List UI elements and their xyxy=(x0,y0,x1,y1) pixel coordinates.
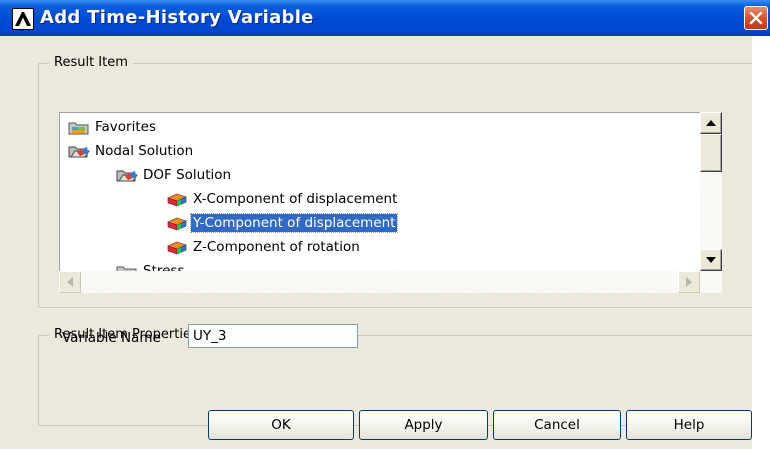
open-folder-icon xyxy=(68,146,90,158)
favorites-folder-icon xyxy=(68,122,89,135)
tree-item-label: Favorites xyxy=(95,119,156,135)
result-cube-icon xyxy=(167,193,187,207)
tree-item-label: Z-Component of rotation xyxy=(193,239,360,255)
tree-horizontal-scrollbar[interactable] xyxy=(59,271,722,293)
variable-name-input[interactable] xyxy=(188,324,358,348)
tree-item-x-displacement[interactable]: X-Component of displacement xyxy=(166,189,399,209)
help-button[interactable]: Help xyxy=(626,410,752,440)
tree-item-label: Nodal Solution xyxy=(95,143,194,159)
result-item-tree[interactable]: Favorites Nodal Solution DOF Solution X-… xyxy=(59,112,701,272)
apply-button[interactable]: Apply xyxy=(359,410,488,440)
scroll-left-button[interactable] xyxy=(59,271,81,293)
result-cube-icon xyxy=(167,217,187,231)
tree-item-label: X-Component of displacement xyxy=(193,191,398,207)
tree-item-z-rotation[interactable]: Z-Component of rotation xyxy=(166,237,362,257)
tree-item-y-displacement[interactable]: Y-Component of displacement xyxy=(166,213,399,233)
scroll-thumb[interactable] xyxy=(700,134,722,172)
close-button[interactable] xyxy=(744,6,768,30)
ok-button[interactable]: OK xyxy=(208,410,354,440)
arrow-down-icon xyxy=(706,257,716,263)
tree-item-favorites[interactable]: Favorites xyxy=(68,117,158,137)
result-cube-icon xyxy=(167,241,187,255)
close-x-icon xyxy=(749,11,763,25)
dialog-body: Result Item Favorites Nodal Solution DOF… xyxy=(0,36,754,449)
tree-item-dof-solution[interactable]: DOF Solution xyxy=(116,165,233,185)
scroll-right-button[interactable] xyxy=(678,271,700,293)
tree-vertical-scrollbar[interactable] xyxy=(700,112,722,271)
ansys-logo-icon xyxy=(12,8,34,30)
window-title: Add Time-History Variable xyxy=(40,7,314,28)
title-bar[interactable]: Add Time-History Variable xyxy=(0,0,770,36)
arrow-left-icon xyxy=(67,277,73,287)
variable-name-label: Variable Name xyxy=(62,330,161,346)
scroll-up-button[interactable] xyxy=(700,112,722,134)
result-item-group: Result Item Favorites Nodal Solution DOF… xyxy=(38,55,754,308)
tree-item-label: Y-Component of displacement xyxy=(189,213,399,233)
cancel-button[interactable]: Cancel xyxy=(493,410,621,440)
arrow-up-icon xyxy=(706,120,716,126)
add-time-history-variable-dialog: Add Time-History Variable Result Item Fa… xyxy=(0,0,770,449)
open-folder-icon xyxy=(116,170,138,182)
arrow-right-icon xyxy=(686,277,692,287)
scroll-down-button[interactable] xyxy=(700,249,722,271)
result-item-group-label: Result Item xyxy=(49,55,133,70)
window-edge xyxy=(752,36,770,449)
tree-item-nodal-solution[interactable]: Nodal Solution xyxy=(68,141,195,161)
tree-item-label: DOF Solution xyxy=(143,167,232,183)
